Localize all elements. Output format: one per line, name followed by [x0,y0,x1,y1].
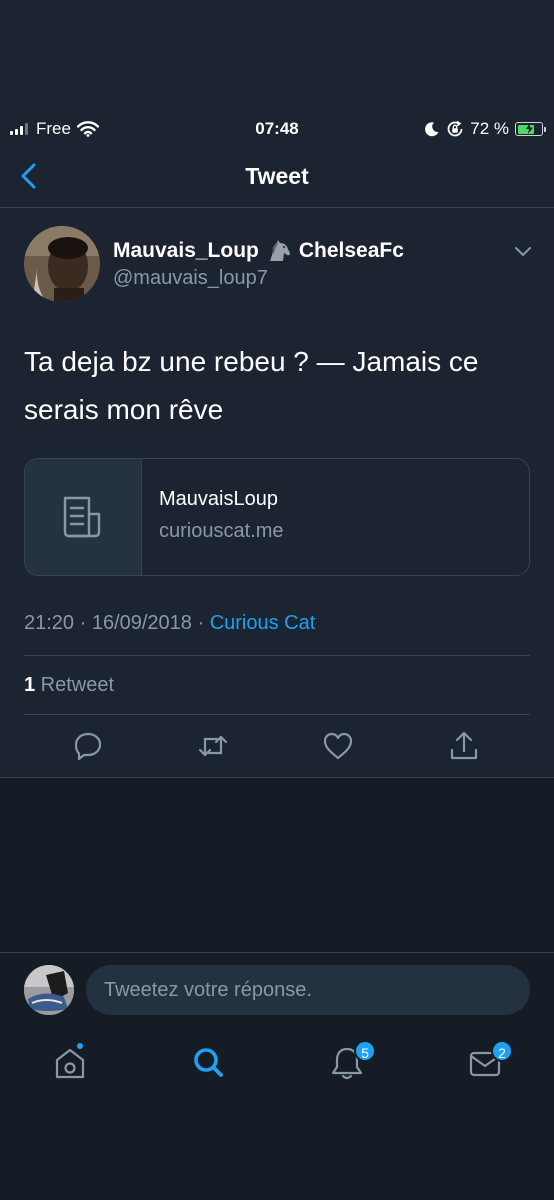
divider [0,952,554,953]
heart-icon[interactable] [322,730,354,762]
tweet-text: Ta deja bz une rebeu ? — Jamais ce serai… [24,338,534,434]
battery-percent: 72 % [470,119,509,138]
link-card[interactable]: MauvaisLoup curiouscat.me [24,458,530,576]
document-icon [63,496,101,538]
tweet-meta: 21:20 · 16/09/2018 · Curious Cat [24,612,315,635]
author-name[interactable]: Mauvais_Loup ChelseaFc [113,239,404,263]
tweet-actions [0,728,554,768]
tweet-timestamp: 21:20 · 16/09/2018 · [24,612,210,634]
author-avatar[interactable] [24,226,100,302]
page-title: Tweet [245,163,309,189]
reply-icon[interactable] [72,730,104,762]
user-avatar[interactable] [24,965,74,1015]
retweet-icon[interactable] [197,730,229,762]
card-title: MauvaisLoup [159,488,278,510]
card-thumbnail [25,459,142,575]
messages-badge: 2 [491,1040,513,1062]
display-name: Mauvais_Loup [113,239,259,262]
battery-icon [515,122,546,136]
notifications-badge: 5 [354,1040,376,1062]
status-bar: Free 07:48 72 % [0,114,554,144]
divider [0,777,554,778]
navigation-bar: Tweet [0,150,554,208]
search-icon[interactable] [190,1042,226,1082]
horse-emoji-icon [269,240,290,261]
author-handle: @mauvais_loup7 [113,267,268,289]
chevron-down-icon[interactable] [512,240,534,262]
tweet-source-link[interactable]: Curious Cat [210,612,316,634]
retweet-count: 1 [24,674,36,696]
tweet-text-line: Ta deja bz une rebeu ? — Jamais ce [24,346,479,377]
home-new-dot [75,1041,85,1051]
tweet-text-line: serais mon rêve [24,394,224,425]
divider [24,655,530,656]
retweet-label: Retweet [35,674,115,696]
share-icon[interactable] [448,730,480,762]
status-right: 72 % [418,119,546,139]
rotation-lock-icon [447,120,463,137]
divider [24,714,530,715]
card-domain: curiouscat.me [159,520,284,542]
name-suffix: ChelseaFc [298,239,404,262]
moon-icon [425,122,439,137]
retweet-stats[interactable]: 1 Retweet [24,674,114,697]
reply-input[interactable]: Tweetez votre réponse. [86,965,530,1015]
